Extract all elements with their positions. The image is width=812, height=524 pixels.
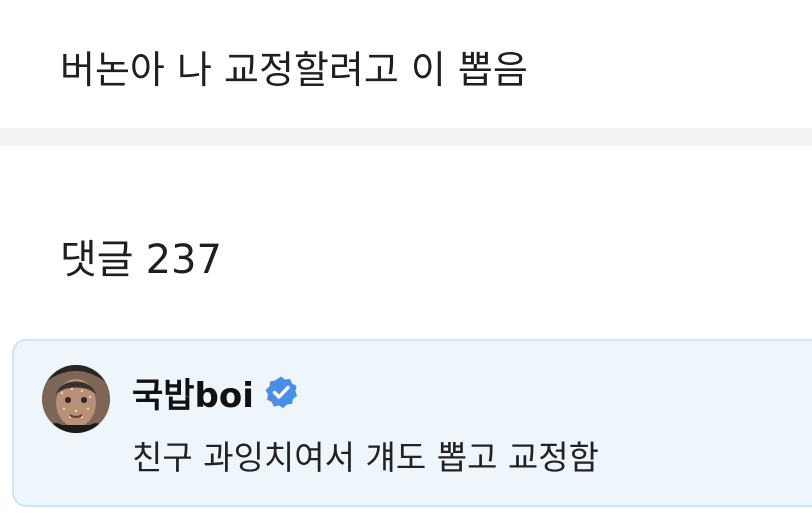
post-text: 버논아 나 교정할려고 이 뽑음 xyxy=(60,48,528,92)
comment-item[interactable]: 국밥boi 친구 과잉치여서 걔도 뽑고 교정함 xyxy=(12,339,812,507)
verified-badge-icon xyxy=(265,376,297,408)
section-divider xyxy=(0,128,812,146)
author-name[interactable]: 국밥boi xyxy=(132,368,254,417)
comments-header: 댓글 237 xyxy=(60,232,222,288)
comments-label: 댓글 xyxy=(60,237,134,283)
post-body: 버논아 나 교정할려고 이 뽑음 xyxy=(0,0,812,128)
post-page: 버논아 나 교정할려고 이 뽑음 댓글 237 국밥boi 친구 과잉치여서 걔… xyxy=(0,0,812,524)
comment-text: 친구 과잉치여서 걔도 뽑고 교정함 xyxy=(132,438,599,477)
avatar[interactable] xyxy=(42,365,110,433)
comment-author[interactable]: 국밥boi xyxy=(132,368,298,416)
comments-count: 237 xyxy=(145,237,222,283)
avatar-image xyxy=(42,365,110,433)
